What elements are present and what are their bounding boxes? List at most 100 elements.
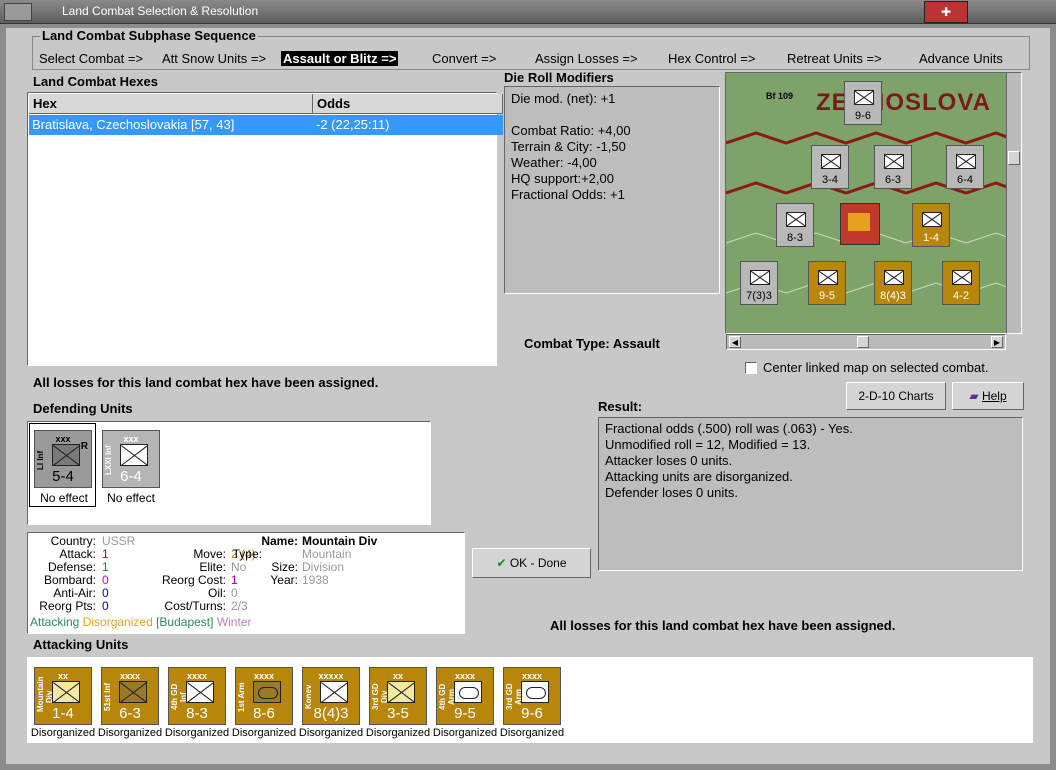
unit-status: Disorganized: [298, 727, 364, 739]
map-counter[interactable]: 8(4)3: [874, 261, 912, 305]
scroll-left-icon[interactable]: ◀: [729, 336, 741, 348]
result-line: Attacker loses 0 units.: [605, 453, 733, 468]
help-button[interactable]: ▰ Help: [952, 382, 1024, 410]
attacking-unit-counter[interactable]: xx 3rd GD Div 3-5: [369, 667, 427, 725]
map-country-label: ZECHOSLOVA: [816, 89, 991, 116]
step-advance-units: Advance Units: [919, 51, 1003, 66]
defending-unit-counter[interactable]: xxx LXXI Inf 6-4: [102, 430, 160, 488]
result-line: Fractional odds (.500) roll was (.063) -…: [605, 421, 853, 436]
combat-type: Combat Type: Assault: [524, 336, 660, 351]
die-line: Die mod. (net): +1: [511, 91, 616, 106]
reorg-value: 0: [102, 599, 109, 613]
window-title: Land Combat Selection & Resolution: [62, 4, 259, 18]
center-linked-label: Center linked map on selected combat.: [763, 360, 989, 375]
step-hex-control: Hex Control =>: [668, 51, 756, 66]
tag-weather: Winter: [216, 615, 252, 629]
window-menu-icon[interactable]: [4, 3, 32, 21]
map-counter[interactable]: 6-3: [874, 145, 912, 189]
losses-message: All losses for this land combat hex have…: [33, 375, 379, 390]
unit-status: Disorganized: [231, 727, 297, 739]
subphase-title: Land Combat Subphase Sequence: [40, 28, 258, 43]
flag-cross-icon: ✚: [940, 5, 952, 19]
map-counter[interactable]: 3-4: [811, 145, 849, 189]
linked-map[interactable]: ZECHOSLOVA Bf 109 9-6 3-4 6-3 6-4 8-3 1-…: [725, 72, 1022, 334]
unit-status: Disorganized: [499, 727, 565, 739]
map-counter[interactable]: 1-4: [912, 203, 950, 247]
costturns-value: 2/3: [231, 599, 248, 613]
attacking-unit-counter[interactable]: xxxx 1st Arm 8-6: [235, 667, 293, 725]
unit-effect: No effect: [40, 491, 88, 505]
die-line: Terrain & City: -1,50: [511, 139, 626, 154]
step-assign-losses: Assign Losses =>: [535, 51, 638, 66]
combat-type-label: Combat Type:: [524, 336, 610, 351]
help-book-icon: ▰: [969, 389, 979, 403]
step-retreat-units: Retreat Units =>: [787, 51, 882, 66]
step-select-combat: Select Combat =>: [39, 51, 144, 66]
defending-units: xxx LI Inf R 5-4 xxx LXXI Inf 6-4 No eff…: [27, 421, 431, 525]
costturns-label: Cost/Turns:: [164, 599, 226, 613]
year-value: 1938: [302, 573, 329, 587]
losses-message: All losses for this land combat hex have…: [550, 618, 896, 633]
unit-status: Disorganized: [97, 727, 163, 739]
odds-cell: -2 (22,25:11): [316, 117, 390, 132]
scrollbar-thumb[interactable]: [857, 336, 869, 348]
column-odds[interactable]: Odds: [313, 94, 503, 114]
unit-effect: No effect: [107, 491, 155, 505]
ok-done-button[interactable]: ✔ OK - Done: [472, 548, 591, 578]
unit-status: Disorganized: [365, 727, 431, 739]
unit-status-tags: Attacking Disorganized [Budapest] Winter: [30, 616, 251, 629]
scroll-right-icon[interactable]: ▶: [991, 336, 1003, 348]
checkmark-icon: ✔: [496, 556, 507, 570]
scrollbar-thumb[interactable]: [1008, 151, 1020, 165]
hex-table: Hex Odds Bratislava, Czechoslovakia [57,…: [27, 92, 503, 366]
hex-cell: Bratislava, Czechoslovakia [57, 43]: [32, 117, 235, 132]
attacking-unit-counter[interactable]: xxxxx Konev 8(4)3: [302, 667, 360, 725]
map-vertical-scrollbar[interactable]: [1006, 72, 1022, 334]
attacking-unit-counter[interactable]: xxxx 4th GD Arm 9-5: [436, 667, 494, 725]
tag-disorganized: Disorganized: [82, 615, 153, 629]
unit-status: Disorganized: [164, 727, 230, 739]
reorg-label: Reorg Pts:: [39, 599, 96, 613]
charts-button-label: 2-D-10 Charts: [858, 389, 934, 403]
charts-button[interactable]: 2-D-10 Charts: [846, 382, 946, 410]
map-counter[interactable]: 9-5: [808, 261, 846, 305]
combat-type-value: Assault: [612, 336, 660, 351]
die-line: Combat Ratio: +4,00: [511, 123, 631, 138]
map-counter[interactable]: 6-4: [946, 145, 984, 189]
map-counter[interactable]: 9-6: [844, 81, 882, 125]
table-row[interactable]: Bratislava, Czechoslovakia [57, 43] -2 (…: [29, 115, 503, 135]
attacking-unit-counter[interactable]: xxxx 3rd GD Arm 9-6: [503, 667, 561, 725]
attacking-unit-counter[interactable]: xx Mountain Div 1-4: [34, 667, 92, 725]
tag-home-city: [Budapest]: [156, 615, 214, 629]
air-unit-label: Bf 109: [766, 91, 794, 101]
result-line: Unmodified roll = 12, Modified = 13.: [605, 437, 811, 452]
center-linked-checkbox[interactable]: [745, 362, 757, 374]
die-line: Weather: -4,00: [511, 155, 597, 170]
attacking-unit-counter[interactable]: xxxx 51st Inf 6-3: [101, 667, 159, 725]
map-counter[interactable]: 8-3: [776, 203, 814, 247]
step-assault-or-blitz: Assault or Blitz =>: [281, 51, 399, 66]
attack-arrow-icon: [848, 213, 870, 231]
defending-unit-counter[interactable]: xxx LI Inf R 5-4: [34, 430, 92, 488]
die-line: Fractional Odds: +1: [511, 187, 625, 202]
map-horizontal-scrollbar[interactable]: ◀ ▶: [726, 334, 1006, 350]
tag-attacking: Attacking: [30, 615, 80, 629]
result-title: Result:: [598, 399, 643, 414]
map-counter[interactable]: 7(3)3: [740, 261, 778, 305]
hexes-title: Land Combat Hexes: [33, 74, 158, 89]
unit-status: Disorganized: [30, 727, 96, 739]
die-roll-box: Die mod. (net): +1 Combat Ratio: +4,00 T…: [504, 86, 720, 294]
step-convert: Convert =>: [432, 51, 497, 66]
column-hex[interactable]: Hex: [29, 94, 313, 114]
attacking-unit-counter[interactable]: xxxx 4th GD Inf 8-3: [168, 667, 226, 725]
die-roll-title: Die Roll Modifiers: [504, 70, 614, 85]
result-line: Attacking units are disorganized.: [605, 469, 793, 484]
defending-title: Defending Units: [33, 401, 133, 416]
result-line: Defender loses 0 units.: [605, 485, 738, 500]
map-counter[interactable]: 4-2: [942, 261, 980, 305]
result-box: Fractional odds (.500) roll was (.063) -…: [598, 417, 1023, 571]
unit-status: Disorganized: [432, 727, 498, 739]
die-line: HQ support:+2,00: [511, 171, 614, 186]
ok-done-label: OK - Done: [509, 556, 567, 570]
attacking-title: Attacking Units: [33, 637, 129, 652]
